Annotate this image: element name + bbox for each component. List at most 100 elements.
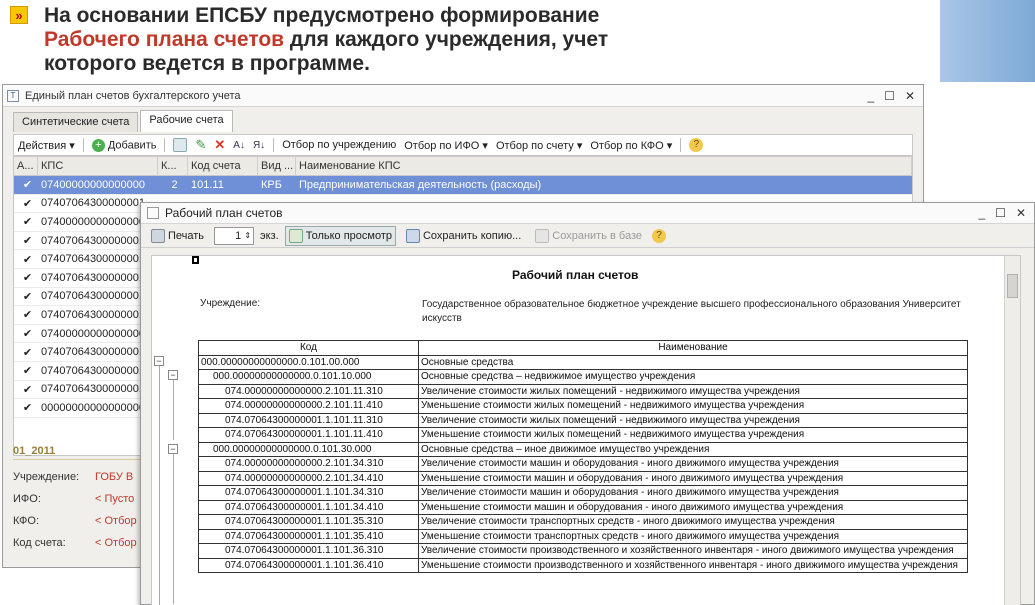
plan-code-cell: 074.07064300000001.1.101.36.410: [198, 557, 419, 573]
info-value-link[interactable]: < Отбор: [95, 515, 137, 527]
filter-account-label: Отбор по счету: [495, 139, 574, 152]
plan-code-cell: 074.00000000000000.2.101.34.310: [198, 456, 419, 472]
check-icon: ✔: [22, 290, 33, 303]
info-value-link[interactable]: ГОБУ В: [95, 471, 133, 483]
save-copy-button[interactable]: Сохранить копию...: [402, 226, 525, 246]
col-code: Код: [198, 340, 419, 356]
minimize-icon[interactable]: _: [867, 89, 874, 103]
copies-stepper[interactable]: 1 ⇕: [214, 226, 255, 245]
stepper-arrows-icon[interactable]: ⇕: [244, 231, 251, 240]
filter-kfo-label: Отбор по КФО: [590, 139, 664, 152]
plan-row[interactable]: 074.07064300000001.1.101.11.310 Увеличени…: [198, 412, 968, 428]
separator: [82, 138, 84, 152]
plan-name-cell: Уменьшение стоимости транспортных средст…: [418, 528, 968, 544]
maximize-icon[interactable]: ☐: [884, 89, 895, 103]
plan-row[interactable]: 074.07064300000001.1.101.34.410 Уменьшени…: [198, 499, 968, 515]
tab-synthetic[interactable]: Синтетические счета: [13, 112, 139, 132]
filter-ifo-button[interactable]: Отбор по ИФО ▾: [404, 139, 488, 152]
help-icon[interactable]: ?: [689, 138, 704, 152]
check-icon: ✔: [22, 253, 33, 266]
tab-working[interactable]: Рабочие счета: [140, 110, 233, 132]
copy-icon[interactable]: [173, 138, 188, 152]
type-cell: КРБ: [261, 178, 282, 191]
plan-code-cell: 074.00000000000000.2.101.11.410: [198, 398, 419, 414]
separator: [164, 138, 166, 152]
filter-kfo-button[interactable]: Отбор по КФО ▾: [590, 139, 672, 152]
plan-row[interactable]: 000.00000000000000.0.101.10.000 Основные …: [198, 369, 968, 385]
add-button[interactable]: + Добавить: [91, 138, 156, 152]
close-icon[interactable]: ✕: [1016, 206, 1026, 220]
plan-table-body: 000.00000000000000.0.101.00.000 Основные …: [198, 354, 968, 573]
plan-name-cell: Основные средства – недвижимое имущество…: [418, 369, 968, 385]
window-title: Рабочий план счетов: [165, 206, 283, 220]
plan-row[interactable]: 074.07064300000001.1.101.11.410 Уменьшени…: [198, 427, 968, 443]
filter-institution-button[interactable]: Отбор по учреждению: [282, 139, 396, 151]
sort-asc-icon[interactable]: A↓: [233, 140, 245, 151]
info-label: Код счета:: [13, 537, 66, 549]
plan-row[interactable]: 074.00000000000000.2.101.11.310 Увеличени…: [198, 383, 968, 399]
save-db-button[interactable]: Сохранить в базе: [531, 226, 646, 246]
slide-line-2-rest: для каждого учреждения, учет: [284, 28, 609, 51]
plan-name-cell: Уменьшение стоимости машин и оборудовани…: [418, 470, 968, 486]
plan-code-cell: 074.00000000000000.2.101.34.410: [198, 470, 419, 486]
table-row[interactable]: ✔ 07400000000000000 2 101.11 КРБ Предпринимат…: [14, 176, 912, 195]
plan-code-cell: 074.07064300000001.1.101.34.410: [198, 499, 419, 515]
plan-code-cell: 074.07064300000001.1.101.11.410: [198, 427, 419, 443]
plan-code-cell: 074.07064300000001.1.101.36.310: [198, 543, 419, 559]
slide-highlight: Рабочего плана счетов: [44, 28, 285, 51]
vertical-scrollbar[interactable]: [1004, 256, 1020, 605]
actions-menu[interactable]: Действия ▾: [18, 139, 75, 152]
plan-row[interactable]: 074.07064300000001.1.101.35.410 Уменьшени…: [198, 528, 968, 544]
col-header[interactable]: КПС: [38, 157, 158, 175]
plan-code-cell: 074.00000000000000.2.101.11.310: [198, 383, 419, 399]
scrollbar-thumb[interactable]: [1007, 274, 1018, 298]
col-header[interactable]: К...: [158, 157, 188, 175]
separator: [273, 138, 275, 152]
col-header[interactable]: Наименование КПС: [296, 157, 912, 175]
print-button[interactable]: Печать: [147, 226, 208, 246]
collapse-group-icon[interactable]: −: [168, 370, 178, 380]
window-titlebar: Рабочий план счетов _ ☐ ✕: [141, 203, 1034, 224]
table-header: А... КПС К... Код счета Вид ... Наименов…: [14, 157, 912, 176]
working-plan-window: Рабочий план счетов _ ☐ ✕ Печать 1 ⇕ экз. …: [140, 202, 1035, 605]
plan-row[interactable]: 000.00000000000000.0.101.30.000 Основные …: [198, 441, 968, 457]
info-value-link[interactable]: < Отбор: [95, 537, 137, 549]
maximize-icon[interactable]: ☐: [995, 206, 1006, 220]
check-icon: ✔: [22, 179, 33, 192]
minimize-icon[interactable]: _: [978, 206, 985, 220]
plan-row[interactable]: 000.00000000000000.0.101.00.000 Основные …: [198, 354, 968, 370]
collapse-group-icon[interactable]: −: [154, 356, 164, 366]
edit-icon[interactable]: ✎: [195, 137, 206, 153]
col-header[interactable]: Код счета: [188, 157, 258, 175]
plan-table: Код Наименование 000.00000000000000.0.10…: [198, 340, 968, 573]
grouping-gutter: − − −: [154, 356, 180, 605]
plan-row[interactable]: 074.00000000000000.2.101.34.310 Увеличени…: [198, 456, 968, 472]
plan-row[interactable]: 074.00000000000000.2.101.34.410 Уменьшени…: [198, 470, 968, 486]
col-header[interactable]: Вид ...: [258, 157, 296, 175]
collapse-group-icon[interactable]: −: [168, 444, 178, 454]
tabs: Синтетические счета Рабочие счета: [13, 110, 233, 132]
toolbar: Действия ▾ + Добавить ✎ ✕ A↓ Я↓ Отбор по…: [13, 134, 913, 156]
save-icon: [405, 228, 420, 243]
check-icon: ✔: [22, 197, 33, 210]
close-icon[interactable]: ✕: [905, 89, 915, 103]
kps-cell: 07400000000000000: [41, 178, 146, 191]
help-icon[interactable]: ?: [651, 228, 666, 243]
plan-row[interactable]: 074.07064300000001.1.101.36.310 Увеличени…: [198, 543, 968, 559]
code-cell: 101.11: [191, 178, 224, 191]
group-line: [173, 380, 174, 440]
slide-text: На основании ЕПСБУ предусмотрено формиро…: [44, 4, 608, 76]
check-icon: ✔: [22, 235, 33, 248]
info-value-link[interactable]: < Пусто: [95, 493, 134, 505]
slide-header: » На основании ЕПСБУ предусмотрено форми…: [0, 0, 940, 82]
col-header[interactable]: А...: [14, 157, 38, 175]
plan-row[interactable]: 074.07064300000001.1.101.35.310 Увеличени…: [198, 514, 968, 530]
delete-icon[interactable]: ✕: [214, 137, 225, 153]
view-only-button[interactable]: Только просмотр: [284, 225, 396, 246]
plan-row[interactable]: 074.00000000000000.2.101.11.410 Уменьшени…: [198, 398, 968, 414]
filter-account-button[interactable]: Отбор по счету ▾: [496, 139, 582, 152]
save-db-icon: [535, 228, 550, 243]
plan-row[interactable]: 074.07064300000001.1.101.34.310 Увеличени…: [198, 485, 968, 501]
sort-desc-icon[interactable]: Я↓: [253, 140, 265, 151]
plan-row[interactable]: 074.07064300000001.1.101.36.410 Уменьшени…: [198, 557, 968, 573]
